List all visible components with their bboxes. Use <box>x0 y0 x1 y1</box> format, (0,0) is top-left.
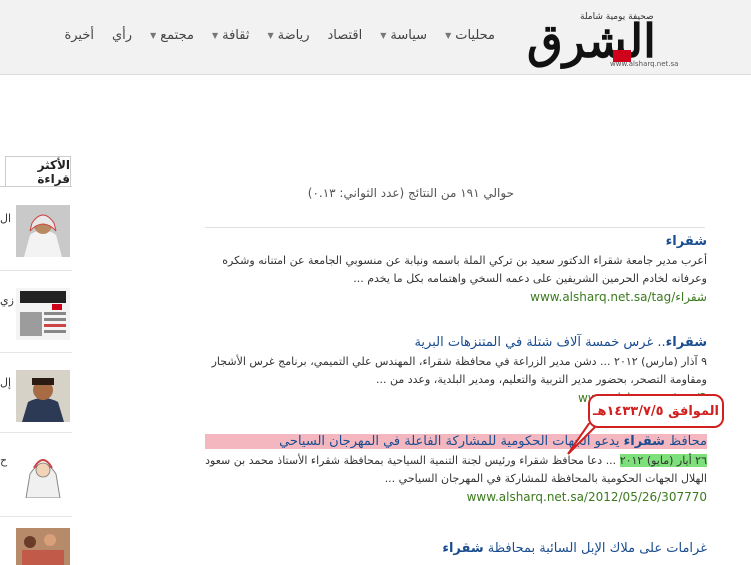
result-snippet: ٩ آذار (مارس) ٢٠١٢ ... دشن مدير الزراعة … <box>211 355 707 368</box>
result-title-link[interactable]: محافظ شقراء يدعو الجهات الحكومية للمشارك… <box>205 434 707 449</box>
result-title-link[interactable]: شقراء <box>222 234 707 249</box>
most-read-divider <box>0 186 72 187</box>
result-snippet: أعرب مدير جامعة شقراء الدكتور سعيد بن تر… <box>222 254 707 267</box>
illustration-image <box>16 446 70 498</box>
thumb-separator <box>0 516 72 517</box>
caret-down-icon: ▼ <box>445 31 452 40</box>
result-snippet: ٢٦ أيار (مايو) ٢٠١٢ ... دعا محافظ شقراء … <box>205 454 707 467</box>
most-read-text-1[interactable]: ال <box>0 212 11 225</box>
nav-item-society[interactable]: مجتمع ▼ <box>150 28 194 43</box>
portrait-image <box>16 205 70 257</box>
date-callout: الموافق ١٤٣٣/٧/٥هـ <box>588 394 724 428</box>
most-read-text-4[interactable]: ح <box>0 454 7 467</box>
result-snippet: وعرفانه لخادم الحرمين الشريفين على دعمه … <box>353 272 707 285</box>
result-snippet: الهلال الجهات الحكومية بالمحافظة للمشارك… <box>384 472 707 485</box>
search-result-3: محافظ شقراء يدعو الجهات الحكومية للمشارك… <box>205 434 707 504</box>
main-nav: محليات ▼ سياسة ▼ اقتصاد رياضة ▼ ثقافة ▼ مجتم… <box>46 28 495 43</box>
caret-down-icon: ▼ <box>211 31 219 40</box>
logo-url: www.alsharq.net.sa <box>610 60 679 68</box>
most-read-text-2[interactable]: زي <box>0 294 14 307</box>
result-date: ٢٦ أيار (مايو) ٢٠١٢ <box>619 454 707 467</box>
caret-down-icon: ▼ <box>150 31 157 40</box>
nav-item-politics[interactable]: سياسة ▼ <box>380 28 427 43</box>
nav-item-opinion[interactable]: رأي <box>112 28 132 43</box>
nav-item-economy[interactable]: اقتصاد <box>327 28 362 43</box>
most-read-thumb-1[interactable] <box>16 205 70 257</box>
most-read-thumb-4[interactable] <box>16 446 70 498</box>
results-summary: حوالي ١٩١ من النتائج (عدد الثواني: ٠.١٣) <box>307 186 514 200</box>
nav-item-culture[interactable]: ثقافة ▼ <box>212 28 250 43</box>
thumb-separator <box>0 352 72 353</box>
thumb-separator <box>0 270 72 271</box>
result-title-link[interactable]: غرامات على ملاك الإبل السائبة بمحافظة شق… <box>442 541 707 556</box>
caret-down-icon: ▼ <box>380 31 387 40</box>
nav-item-last[interactable]: أخيرة <box>64 28 94 43</box>
caret-down-icon: ▼ <box>267 31 274 40</box>
result-snippet: ومقاومة التصحر، بحضور مدير التربية والتع… <box>376 373 707 386</box>
most-read-thumb-2[interactable] <box>16 288 70 340</box>
portrait-image <box>16 370 70 422</box>
search-result-4: غرامات على ملاك الإبل السائبة بمحافظة شق… <box>442 541 707 556</box>
nav-item-sports[interactable]: رياضة ▼ <box>267 28 309 43</box>
nav-item-local[interactable]: محليات ▼ <box>445 28 495 43</box>
most-read-text-3[interactable]: إل <box>0 376 11 389</box>
most-read-tab[interactable]: الأكثر قراءة <box>5 156 71 187</box>
search-result-1: شقراء أعرب مدير جامعة شقراء الدكتور سعيد… <box>222 234 707 304</box>
most-read-thumb-3[interactable] <box>16 370 70 422</box>
results-divider <box>205 227 705 228</box>
result-title-link[interactable]: شقراء.. غرس خمسة آلاف شتلة في المتنزهات … <box>212 335 707 350</box>
most-read-thumb-5[interactable] <box>16 528 70 565</box>
thumb-separator <box>0 432 72 433</box>
result-url[interactable]: www.alsharq.net.sa/tag/شقراء <box>222 290 707 304</box>
newspaper-image <box>16 288 70 340</box>
result-url[interactable]: www.alsharq.net.sa/2012/05/26/307770 <box>205 490 707 504</box>
photo-image <box>16 528 70 565</box>
